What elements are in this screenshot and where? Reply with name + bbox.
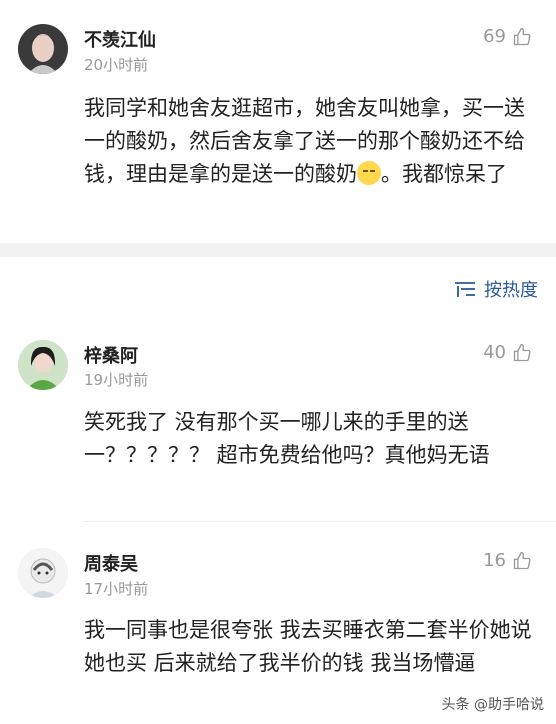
like-button[interactable]: 16 (483, 550, 532, 571)
username[interactable]: 梓桑阿 (84, 342, 138, 368)
username[interactable]: 不羡江仙 (84, 26, 156, 52)
thinking-emoji-icon (357, 161, 381, 185)
like-button[interactable]: 69 (483, 26, 532, 47)
watermark: 头条 @助手哈说 (442, 694, 544, 714)
username[interactable]: 周泰吴 (84, 550, 138, 576)
thumbs-up-icon (513, 27, 531, 45)
avatar[interactable] (18, 548, 68, 598)
sort-label: 按热度 (484, 280, 538, 301)
watermark-text: 头条 @助手哈说 (441, 697, 544, 713)
like-count: 69 (483, 26, 506, 47)
comment-text: 我同学和她舍友逛超市，她舍友叫她拿，买一送一的酸奶，然后舍友拿了送一的那个酸奶还… (84, 96, 525, 186)
like-count: 40 (483, 342, 506, 363)
avatar[interactable] (18, 340, 68, 390)
timestamp: 17小时前 (84, 580, 149, 598)
timestamp: 20小时前 (84, 56, 149, 74)
like-count: 16 (483, 550, 506, 571)
comment-text: 笑死我了 没有那个买一哪儿来的手里的送一？？？？？ 超市免费给他吗？真他妈无语 (84, 410, 490, 467)
like-button[interactable]: 40 (483, 342, 532, 363)
comment-separator (84, 521, 556, 522)
thumbs-up-icon (513, 551, 531, 569)
comment-text: 我一同事也是很夸张 我去买睡衣第二套半价她说她也买 后来就给了我半价的钱 我当场… (84, 618, 532, 675)
timestamp: 19小时前 (84, 371, 149, 389)
thumbs-up-icon (513, 343, 531, 361)
section-divider (0, 243, 556, 257)
sort-by-hot-button[interactable]: 按热度 (454, 276, 538, 302)
avatar[interactable] (18, 24, 68, 74)
sort-icon (455, 282, 475, 297)
